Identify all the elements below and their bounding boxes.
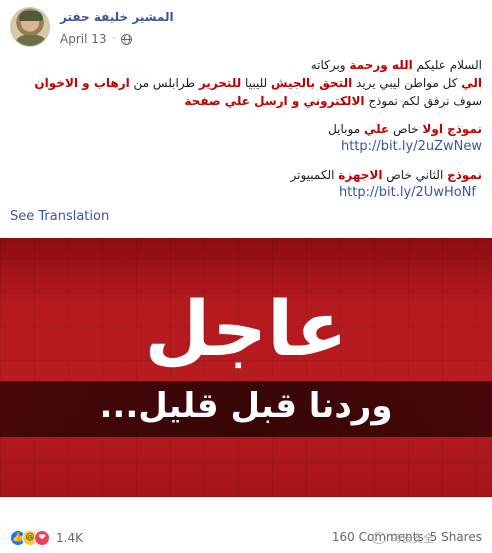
author-avatar[interactable] (10, 7, 50, 47)
form2-line: نموذج الثاني خاص الاجهزة الكمبيوتر (10, 166, 482, 184)
form1-line: نموذج اولا خاص علي موبايل (10, 120, 482, 138)
recruit-text-1: كل مواطن ليبي يريد (352, 76, 462, 90)
recruit-text-3: طرابلس من (129, 76, 199, 90)
form1-text-2: موبايل (328, 122, 364, 136)
breaking-headline: عاجل (144, 284, 348, 373)
form2-text-2: الكمبيوتر (290, 168, 339, 182)
author-name[interactable]: المشير خليفة حفتر (60, 10, 174, 24)
globe-icon[interactable] (121, 33, 133, 45)
recruit-highlight-4: ارهاب و الاخوان (34, 76, 130, 90)
attach-text: سوف نرفق لكم نموذج (364, 94, 482, 108)
mobile-form-link[interactable]: http://bit.ly/2uZwNew (10, 138, 482, 156)
love-icon: ❤ (34, 530, 50, 546)
see-translation-link[interactable]: See Translation (10, 209, 109, 224)
post-meta: April 13 · (60, 32, 133, 46)
greeting-highlight: الله ورحمة (349, 58, 413, 72)
form1-highlight-2: علي (363, 122, 390, 136)
form1-text-1: خاص (389, 122, 423, 136)
reaction-count: 1.4K (56, 531, 83, 545)
shares-count[interactable]: 5 Shares (430, 530, 482, 544)
computer-form-link[interactable]: http://bit.ly/2UwHoNf (10, 184, 476, 202)
form2-highlight-2: الاجهزة (338, 168, 383, 182)
post-text: السلام عليكم الله ورحمة وبركاته الي كل م… (10, 56, 482, 202)
form2-highlight-1: نموذج (447, 168, 482, 182)
watermark-icon (372, 532, 386, 544)
avatar-uniform (14, 35, 48, 46)
recruit-highlight-1: الي (461, 76, 482, 90)
reactions-summary[interactable]: 👍 😆 ❤ 1.4K (10, 530, 83, 546)
attach-line: سوف نرفق لكم نموذج الالكتروني و ارسل علي… (10, 92, 482, 110)
form1-highlight-1: نموذج اولا (422, 122, 482, 136)
recruit-highlight-2: التحق بالجيش (271, 76, 353, 90)
recruit-text-2: لليبيا (241, 76, 272, 90)
watermark-text: 乌云安全 (390, 532, 434, 545)
breaking-subline: وردنا قبل قليل... (99, 386, 393, 426)
avatar-cap (19, 11, 43, 21)
meta-separator: · (112, 34, 116, 44)
recruit-highlight-3: للتحرير (198, 76, 242, 90)
greeting-line: السلام عليكم الله ورحمة وبركاته (10, 56, 482, 74)
greeting-text-1: السلام عليكم (412, 58, 482, 72)
post-date[interactable]: April 13 (60, 32, 107, 46)
attach-highlight: الالكتروني و ارسل علي صفحة (184, 94, 365, 108)
post-header: المشير خليفة حفتر April 13 · (0, 0, 492, 56)
recruit-line: الي كل مواطن ليبي يريد التحق بالجيش لليب… (10, 74, 482, 92)
breaking-news-image[interactable]: عاجل وردنا قبل قليل... (0, 238, 492, 497)
watermark: 乌云安全 (372, 530, 434, 546)
greeting-text-2: وبركاته (310, 58, 350, 72)
form2-text-1: الثاني خاص (382, 168, 448, 182)
